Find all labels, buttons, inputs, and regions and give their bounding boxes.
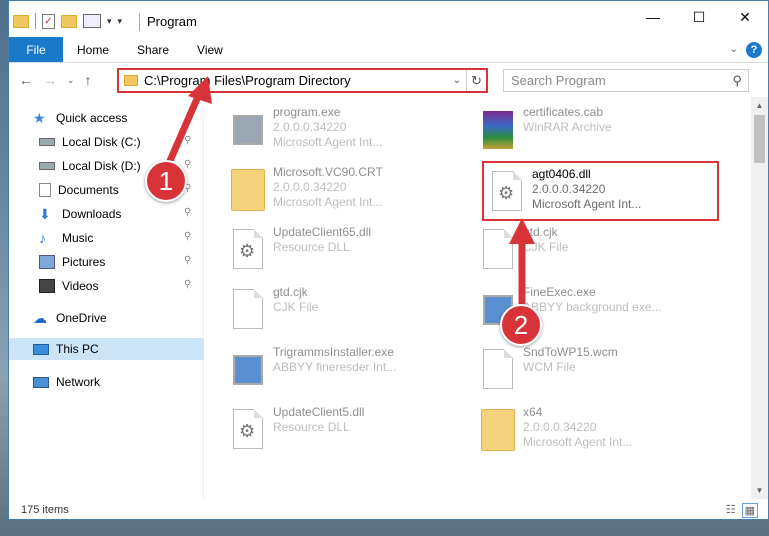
drive-icon [39,162,55,170]
sidebar-item-this-pc[interactable]: This PC [9,338,204,360]
search-icon[interactable]: ⚲ [732,73,742,89]
qat-dropdown-icon[interactable]: ▾ [107,16,112,27]
file-icon [483,349,513,389]
step1-badge: 1 [145,160,187,202]
status-bar: 175 items ☷ ▦ [9,499,768,521]
vertical-scrollbar[interactable]: ▲ ▼ [751,97,768,499]
new-folder-icon[interactable] [61,14,77,28]
cloud-icon: ☁ [33,310,47,326]
computer-icon [33,343,49,355]
quick-access-toolbar: ✓ ▾ ▾ [13,13,122,29]
search-input[interactable]: Search Program ⚲ [503,69,749,92]
address-row: ← → ⌄ ↑ C:\Program Files\Program Directo… [9,63,768,97]
star-icon: ★ [33,110,46,126]
gear-icon: ⚙ [239,241,256,261]
pin-icon[interactable]: ⚲ [184,231,191,242]
up-arrow-icon[interactable]: ↑ [85,72,92,88]
file-item-updateclient5-dll[interactable]: ⚙ UpdateClient5.dll Resource DLL [229,405,459,461]
pin-icon[interactable]: ⚲ [184,279,191,290]
tab-file[interactable]: File [9,37,63,62]
forward-arrow-icon[interactable]: → [43,72,57,88]
exe-icon [233,115,263,145]
documents-icon [39,183,51,197]
maximize-button[interactable]: ☐ [676,1,722,33]
scrollbar-thumb[interactable] [754,115,765,163]
large-icons-view-icon[interactable]: ▦ [741,502,758,518]
file-item-updateclient65-dll[interactable]: ⚙ UpdateClient65.dll Resource DLL [229,225,459,281]
view-options-icon[interactable] [83,14,101,28]
pictures-icon [39,255,55,269]
folder-icon [481,409,515,451]
network-icon [33,376,49,388]
address-bar[interactable]: C:\Program Files\Program Directory ⌄ ↻ [117,68,488,93]
navigation-buttons: ← → ⌄ ↑ [19,72,92,88]
folder-icon [124,75,138,86]
file-item-sndtowp15-wcm[interactable]: SndToWP15.wcm WCM File [479,345,709,401]
folder-icon [231,169,265,211]
file-list: program.exe 2.0.0.0.34220 Microsoft Agent … [219,101,744,499]
exe-icon [233,355,263,385]
address-dropdown-icon[interactable]: ⌄ [448,75,466,86]
navigation-pane: ★ Quick access Local Disk (C:) ⚲ Local D… [9,101,204,499]
folder-icon [13,14,29,28]
recent-locations-icon[interactable]: ⌄ [67,75,75,88]
videos-icon [39,279,55,293]
file-item-x64-folder[interactable]: x64 2.0.0.0.34220 Microsoft Agent Int... [479,405,709,461]
file-item-gtd-cjk[interactable]: gtd.cjk CJK File [229,285,459,341]
properties-check-icon[interactable]: ✓ [42,13,55,29]
file-item-program-exe[interactable]: program.exe 2.0.0.0.34220 Microsoft Agent … [229,105,459,161]
back-arrow-icon[interactable]: ← [19,72,33,88]
explorer-window: ✓ ▾ ▾ Program — ☐ ✕ File Home Share View… [8,0,769,520]
drive-icon [39,138,55,146]
music-icon: ♪ [39,230,46,246]
file-item-certificates-cab[interactable]: certificates.cab WinRAR Archive [479,105,709,161]
sidebar-item-music[interactable]: ♪ Music ⚲ [39,227,209,249]
sidebar-item-downloads[interactable]: ⬇ Downloads ⚲ [39,203,209,225]
address-path[interactable]: C:\Program Files\Program Directory [144,73,448,88]
sidebar-item-pictures[interactable]: Pictures ⚲ [39,251,209,273]
sidebar-item-videos[interactable]: Videos ⚲ [39,275,209,297]
sidebar-item-local-disk-c[interactable]: Local Disk (C:) ⚲ [39,131,209,153]
gear-icon: ⚙ [498,183,515,203]
tab-view[interactable]: View [183,37,237,62]
file-item-trigramms-exe[interactable]: TrigrammsInstaller.exe ABBYY fineresder I… [229,345,459,401]
file-item-agt0406-dll[interactable]: ⚙ agt0406.dll 2.0.0.0.34220 Microsoft Agen… [482,161,719,221]
tab-home[interactable]: Home [63,37,123,62]
pin-icon[interactable]: ⚲ [184,135,191,146]
customize-qat-icon[interactable]: ▾ [118,16,123,27]
details-view-icon[interactable]: ☷ [726,503,736,518]
minimize-button[interactable]: — [630,1,676,33]
scroll-up-icon[interactable]: ▲ [751,97,768,114]
pin-icon[interactable]: ⚲ [184,159,191,170]
sidebar-item-network[interactable]: Network [33,371,100,393]
expand-ribbon-icon[interactable]: ⌄ [730,44,738,55]
archive-icon [483,111,513,149]
scroll-down-icon[interactable]: ▼ [751,482,768,499]
ribbon-tabs: File Home Share View ⌄ ? [9,37,768,63]
window-controls: — ☐ ✕ [630,1,768,33]
item-count: 175 items [21,504,69,516]
step2-badge: 2 [500,304,542,346]
pin-icon[interactable]: ⚲ [184,255,191,266]
download-icon: ⬇ [39,206,51,222]
window-title: Program [147,14,197,29]
sidebar-item-onedrive[interactable]: ☁ OneDrive [33,307,107,329]
help-icon[interactable]: ? [746,41,762,58]
file-item-gtd-cjk[interactable]: gtd.cjk CJK File [479,225,709,281]
close-button[interactable]: ✕ [722,1,768,33]
search-placeholder: Search Program [511,73,606,88]
pin-icon[interactable]: ⚲ [184,207,191,218]
file-item-vc90-folder[interactable]: Microsoft.VC90.CRT 2.0.0.0.34220 Microsoft… [229,165,459,221]
file-icon [483,229,513,269]
gear-icon: ⚙ [239,421,256,441]
tab-share[interactable]: Share [123,37,183,62]
file-icon [233,289,263,329]
sidebar-item-quick-access[interactable]: ★ Quick access [33,107,127,129]
refresh-icon[interactable]: ↻ [466,70,486,91]
